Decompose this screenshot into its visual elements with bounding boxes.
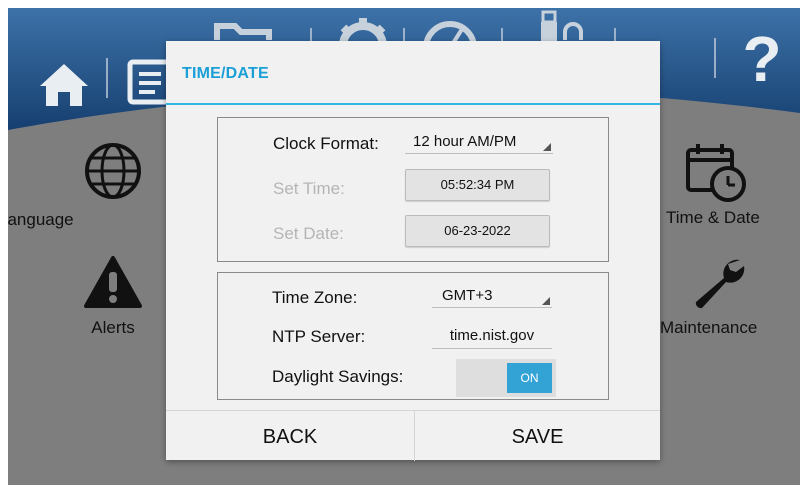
menu-item-time-date[interactable]: Time & Date [660, 142, 790, 228]
menu-item-alerts[interactable]: Alerts [68, 254, 158, 338]
time-zone-dropdown[interactable]: GMT+3 [432, 286, 552, 308]
home-icon[interactable] [38, 60, 90, 108]
dialog-header: TIME/DATE [166, 41, 660, 105]
help-icon[interactable]: ? [738, 24, 786, 94]
set-time-label: Set Time: [273, 179, 345, 198]
set-date-button[interactable]: 06-23-2022 [405, 215, 550, 247]
menu-item-label: Time & Date [666, 208, 760, 227]
time-zone-label: Time Zone: [272, 288, 358, 307]
menu-item-label: Alerts [91, 318, 135, 337]
daylight-savings-label: Daylight Savings: [272, 367, 404, 386]
dropdown-arrow-icon [542, 297, 550, 305]
set-time-button[interactable]: 05:52:34 PM [405, 169, 550, 201]
ntp-server-input[interactable]: time.nist.gov [432, 325, 552, 349]
menu-item-label: Maintenance [660, 318, 758, 337]
ntp-server-label: NTP Server: [272, 327, 366, 346]
calendar-clock-icon [686, 144, 746, 202]
network-time-panel: Time Zone: GMT+3 NTP Server: time.nist.g… [217, 272, 609, 400]
menu-item-label: Language [8, 210, 74, 229]
menu-item-language[interactable]: Language [8, 140, 168, 230]
dialog-footer: BACK SAVE [166, 410, 660, 461]
time-date-dialog: TIME/DATE Clock Format: 12 hour AM/PM Se… [166, 41, 660, 461]
clock-format-label: Clock Format: [273, 134, 379, 153]
clock-format-value: 12 hour AM/PM [413, 133, 517, 150]
daylight-savings-toggle[interactable]: ON [456, 359, 556, 397]
clock-format-dropdown[interactable]: 12 hour AM/PM [405, 132, 553, 154]
toolbar-separator [106, 58, 108, 98]
globe-icon [85, 143, 141, 199]
clock-settings-panel: Clock Format: 12 hour AM/PM Set Time: 05… [217, 117, 609, 262]
dropdown-arrow-icon [543, 143, 551, 151]
warning-icon [84, 256, 142, 308]
back-button[interactable]: BACK [166, 411, 414, 461]
menu-item-maintenance[interactable]: Maintenance [660, 256, 790, 338]
time-zone-value: GMT+3 [442, 287, 493, 304]
set-date-label: Set Date: [273, 224, 344, 243]
dialog-title: TIME/DATE [182, 65, 269, 82]
wrench-icon [695, 259, 745, 309]
toggle-on-state: ON [507, 363, 552, 393]
save-button[interactable]: SAVE [415, 411, 660, 461]
toolbar-separator [714, 38, 716, 78]
